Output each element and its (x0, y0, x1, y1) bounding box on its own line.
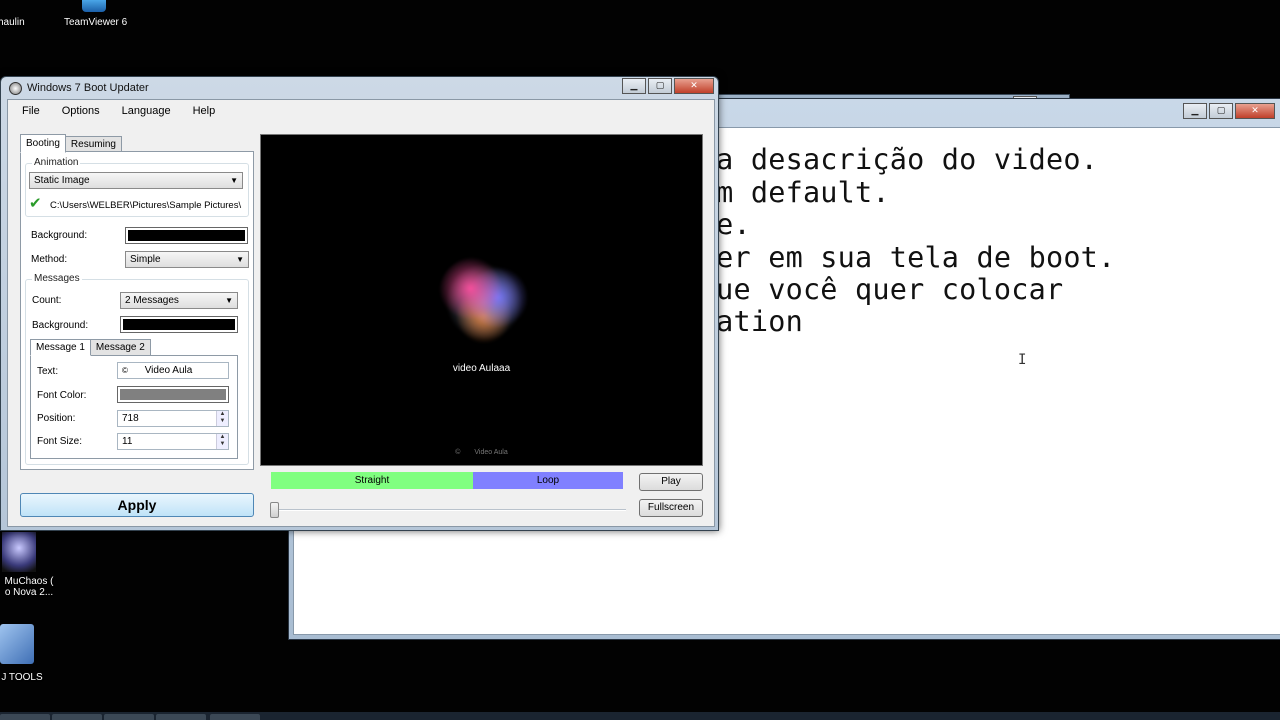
messages-group: Messages Count: 2 Messages ▼ Background:… (25, 273, 249, 465)
tab-message-2[interactable]: Message 2 (89, 339, 151, 356)
animation-group: Animation Static Image ▼ ✔ C:\Users\WELB… (25, 157, 249, 217)
desktop-icon-haulin-label: haulin (0, 17, 25, 28)
window-title: Windows 7 Boot Updater (27, 82, 149, 94)
window-client-area: File Options Language Help Booting Resum… (7, 99, 715, 527)
preview-footer-text: Video Aula (474, 449, 508, 456)
message-text-input[interactable]: © Video Aula (117, 362, 229, 379)
tab-booting[interactable]: Booting (20, 134, 66, 153)
apply-button[interactable]: Apply (20, 493, 254, 517)
booting-tab-content: Animation Static Image ▼ ✔ C:\Users\WELB… (20, 151, 254, 470)
chevron-down-icon: ▼ (225, 296, 233, 305)
preview-footer: © Video Aula (261, 449, 702, 456)
position-value: 718 (122, 413, 139, 424)
desktop-icon-muchaos-label-2: o Nova 2... (4, 587, 54, 598)
taskbar-item[interactable] (52, 714, 102, 720)
notepad-close-icon[interactable]: ✕ (1235, 103, 1275, 119)
menu-language[interactable]: Language (114, 105, 179, 117)
taskbar-item[interactable] (210, 714, 260, 720)
message-count-select[interactable]: 2 Messages ▼ (120, 292, 238, 309)
menu-bar: File Options Language Help (8, 100, 714, 122)
animation-type-select[interactable]: Static Image ▼ (29, 172, 243, 189)
animation-group-title: Animation (32, 157, 81, 168)
window-titlebar[interactable]: Windows 7 Boot Updater ▁ ▢ ✕ (1, 77, 718, 99)
tab-message-1[interactable]: Message 1 (30, 339, 91, 356)
app-icon (9, 82, 22, 95)
animation-type-value: Static Image (34, 175, 90, 186)
notepad-minimize-icon[interactable]: ▁ (1183, 103, 1207, 119)
desktop: haulin TeamViewer 6 MuChaos ( o Nova 2..… (0, 0, 1280, 720)
taskbar-item[interactable] (156, 714, 206, 720)
messages-group-title: Messages (32, 273, 82, 284)
font-size-stepper[interactable]: 11 ▲ ▼ (117, 433, 229, 450)
desktop-icon-teamviewer[interactable]: TeamViewer 6 (60, 0, 132, 28)
position-label: Position: (37, 413, 76, 424)
notepad-caption-buttons: ▁ ▢ ✕ (1183, 103, 1275, 119)
font-color-picker[interactable] (117, 386, 229, 403)
chevron-down-icon: ▼ (236, 255, 244, 264)
desktop-icon-tools[interactable]: J TOOLS (0, 624, 44, 683)
menu-help[interactable]: Help (185, 105, 224, 117)
maximize-icon[interactable]: ▢ (648, 78, 672, 94)
muchaos-icon (2, 532, 36, 572)
preview-caption: video Aulaaa (452, 363, 511, 374)
settings-panel: Booting Resuming Animation Static Image … (20, 134, 254, 470)
spinner-arrows-icon[interactable]: ▲ ▼ (216, 411, 228, 426)
slider-thumb[interactable] (270, 502, 279, 518)
method-select[interactable]: Simple ▼ (125, 251, 249, 268)
play-button[interactable]: Play (639, 473, 703, 491)
font-color-swatch (120, 389, 226, 400)
taskbar-item[interactable] (104, 714, 154, 720)
message-text-value: Video Aula (144, 365, 193, 376)
position-stepper[interactable]: 718 ▲ ▼ (117, 410, 229, 427)
boot-preview: video Aulaaa © Video Aula (260, 134, 703, 466)
messages-background-label: Background: (32, 320, 89, 331)
background-color-swatch (128, 230, 245, 241)
background-color-picker[interactable] (125, 227, 248, 244)
font-size-label: Font Size: (37, 436, 83, 447)
messages-background-color-picker[interactable] (120, 316, 238, 333)
desktop-icon-muchaos[interactable]: MuChaos ( o Nova 2... (0, 532, 58, 598)
message-count-value: 2 Messages (125, 295, 179, 306)
desktop-icon-teamviewer-label: TeamViewer 6 (64, 17, 128, 28)
notepad-maximize-icon[interactable]: ▢ (1209, 103, 1233, 119)
teamviewer-icon (82, 0, 106, 12)
method-label: Method: (31, 254, 68, 265)
spinner-arrows-icon[interactable]: ▲ ▼ (216, 434, 228, 449)
preview-copyright-symbol: © (455, 449, 461, 456)
font-color-label: Font Color: (37, 390, 87, 401)
animation-path: C:\Users\WELBER\Pictures\Sample Pictures… (50, 200, 242, 211)
text-cursor-icon: I (1018, 352, 1027, 368)
chevron-down-icon: ▼ (230, 176, 238, 185)
desktop-icon-muchaos-label-1: MuChaos ( (4, 576, 54, 587)
taskbar-item[interactable] (0, 714, 50, 720)
font-size-value: 11 (122, 436, 133, 447)
menu-file[interactable]: File (14, 105, 48, 117)
close-icon[interactable]: ✕ (674, 78, 714, 94)
fullscreen-button[interactable]: Fullscreen (639, 499, 703, 517)
copyright-symbol: © (122, 366, 128, 375)
menu-options[interactable]: Options (54, 105, 108, 117)
text-label: Text: (37, 366, 59, 377)
method-value: Simple (130, 254, 161, 265)
background-label: Background: (31, 230, 88, 241)
animation-timeline-slider[interactable] (270, 500, 626, 518)
slider-track (270, 509, 626, 511)
desktop-icon-tools-label: J TOOLS (1, 672, 43, 683)
message-tabs: Message 1 Message 2 (30, 339, 151, 356)
boot-updater-window: Windows 7 Boot Updater ▁ ▢ ✕ File Option… (0, 76, 719, 531)
count-label: Count: (32, 295, 62, 306)
checkmark-icon: ✔ (29, 194, 42, 212)
minimize-icon[interactable]: ▁ (622, 78, 646, 94)
loop-segment[interactable]: Loop (473, 472, 623, 489)
window-caption-buttons: ▁ ▢ ✕ (622, 78, 714, 94)
boot-animation-image (439, 257, 529, 347)
tools-icon (0, 624, 34, 664)
message-1-content: Text: © Video Aula Font Color: Position: (30, 355, 238, 459)
straight-segment[interactable]: Straight (271, 472, 473, 489)
messages-background-swatch (123, 319, 235, 330)
